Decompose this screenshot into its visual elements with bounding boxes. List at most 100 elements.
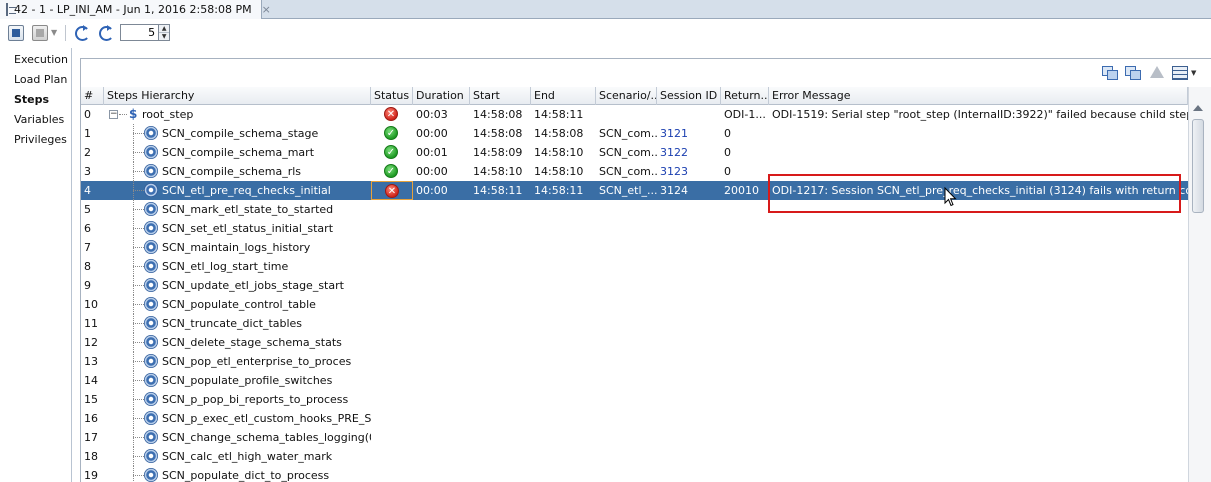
column-header-duration[interactable]: Duration (413, 87, 470, 105)
nav-item-variables[interactable]: Variables (0, 110, 71, 130)
ret-cell (721, 447, 769, 466)
expand-all-icon[interactable] (1102, 66, 1118, 80)
step-name[interactable]: SCN_calc_etl_high_water_mark (162, 447, 332, 466)
end-cell (531, 333, 596, 352)
columns-icon[interactable] (1172, 66, 1188, 80)
step-name[interactable]: SCN_truncate_dict_tables (162, 314, 302, 333)
table-row[interactable]: 8 SCN_etl_log_start_time (81, 257, 1188, 276)
nav-item-steps[interactable]: Steps (0, 90, 71, 110)
scenario-cell (596, 200, 657, 219)
table-row[interactable]: 13 SCN_pop_etl_enterprise_to_proces (81, 352, 1188, 371)
chevron-down-icon[interactable]: ▼ (51, 28, 57, 37)
num-cell: 6 (84, 222, 91, 235)
step-name[interactable]: root_step (142, 105, 193, 124)
step-name[interactable]: SCN_p_pop_bi_reports_to_process (162, 390, 348, 409)
column-header-ret[interactable]: Return... (721, 87, 769, 105)
stop-button[interactable] (32, 24, 48, 41)
column-header-num[interactable]: # (81, 87, 104, 105)
table-row[interactable]: 11 SCN_truncate_dict_tables (81, 314, 1188, 333)
table-row[interactable]: 1 SCN_compile_schema_stage ✓ 00:00 14:58:08 1… (81, 124, 1188, 143)
gear-icon (144, 335, 158, 349)
column-header-session[interactable]: Session ID (657, 87, 721, 105)
scenario-cell (596, 371, 657, 390)
table-row[interactable]: 2 SCN_compile_schema_mart ✓ 00:01 14:58:09 14… (81, 143, 1188, 162)
success-status-icon: ✓ (384, 126, 398, 140)
step-name[interactable]: SCN_update_etl_jobs_stage_start (162, 276, 344, 295)
step-name[interactable]: SCN_maintain_logs_history (162, 238, 310, 257)
step-name[interactable]: SCN_populate_control_table (162, 295, 316, 314)
step-name[interactable]: SCN_mark_etl_state_to_started (162, 200, 333, 219)
column-header-status[interactable]: Status (371, 87, 413, 105)
table-row[interactable]: 12 SCN_delete_stage_schema_stats (81, 333, 1188, 352)
table-row[interactable]: 10 SCN_populate_control_table (81, 295, 1188, 314)
close-icon[interactable]: × (262, 3, 271, 16)
nav-item-execution[interactable]: Execution (0, 50, 71, 70)
step-name[interactable]: SCN_compile_schema_mart (162, 143, 314, 162)
refresh-icon[interactable] (73, 24, 91, 41)
stepper-down-icon[interactable]: ▼ (159, 33, 170, 40)
status-cell (371, 276, 413, 295)
table-row[interactable]: 17 SCN_change_schema_tables_logging(0,0) (81, 428, 1188, 447)
scroll-thumb[interactable] (1192, 119, 1204, 213)
table-row[interactable]: 19 SCN_populate_dict_to_process (81, 466, 1188, 482)
refresh-interval-input[interactable] (121, 25, 159, 40)
gear-icon (144, 297, 158, 311)
step-name[interactable]: SCN_pop_etl_enterprise_to_proces (162, 352, 351, 371)
collapse-icon[interactable]: − (109, 110, 118, 119)
table-row[interactable]: 0 − $ root_step ✕ 00:03 14:58:08 14:58:11 ODI-1.… (81, 105, 1188, 124)
step-name[interactable]: SCN_p_exec_etl_custom_hooks_PRE_STAG (162, 409, 371, 428)
scroll-up-icon[interactable] (1193, 105, 1203, 111)
session-cell[interactable]: 3124 (657, 181, 721, 200)
table-row[interactable]: 18 SCN_calc_etl_high_water_mark (81, 447, 1188, 466)
ret-cell (721, 333, 769, 352)
collapse-all-icon[interactable] (1125, 66, 1141, 80)
table-row[interactable]: 7 SCN_maintain_logs_history (81, 238, 1188, 257)
step-name[interactable]: SCN_populate_profile_switches (162, 371, 332, 390)
error-cell (769, 143, 1188, 162)
table-row[interactable]: 15 SCN_p_pop_bi_reports_to_process (81, 390, 1188, 409)
step-name[interactable]: SCN_populate_dict_to_process (162, 466, 329, 482)
error-cell (769, 352, 1188, 371)
end-cell: 14:58:08 (534, 127, 584, 140)
table-row[interactable]: 6 SCN_set_etl_status_initial_start (81, 219, 1188, 238)
step-name[interactable]: SCN_etl_pre_req_checks_initial (162, 181, 331, 200)
table-row[interactable]: 14 SCN_populate_profile_switches (81, 371, 1188, 390)
step-name[interactable]: SCN_set_etl_status_initial_start (162, 219, 333, 238)
step-name[interactable]: SCN_delete_stage_schema_stats (162, 333, 342, 352)
auto-refresh-icon[interactable] (97, 24, 115, 41)
document-tab[interactable]: 42 - 1 - LP_INI_AM - Jun 1, 2016 2:58:08… (0, 0, 271, 19)
column-header-end[interactable]: End (531, 87, 596, 105)
start-cell (470, 314, 531, 333)
num-cell: 10 (84, 298, 98, 311)
mouse-cursor-icon (944, 187, 957, 207)
table-row[interactable]: 16 SCN_p_exec_etl_custom_hooks_PRE_STAG (81, 409, 1188, 428)
column-header-name[interactable]: Steps Hierarchy (104, 87, 371, 105)
vertical-scrollbar[interactable] (1188, 87, 1211, 482)
step-name[interactable]: SCN_change_schema_tables_logging(0,0) (162, 428, 371, 447)
session-cell[interactable]: 3123 (657, 162, 721, 181)
refresh-interval-stepper[interactable]: ▲ ▼ (120, 24, 171, 41)
run-button[interactable] (8, 24, 24, 41)
chevron-down-icon[interactable]: ▼ (1191, 69, 1196, 77)
step-name[interactable]: SCN_compile_schema_rls (162, 162, 301, 181)
nav-item-load-plan[interactable]: Load Plan (0, 70, 71, 90)
warning-icon[interactable] (1149, 66, 1165, 80)
table-row[interactable]: 9 SCN_update_etl_jobs_stage_start (81, 276, 1188, 295)
scenario-cell (596, 295, 657, 314)
session-cell[interactable]: 3121 (657, 124, 721, 143)
step-name[interactable]: SCN_etl_log_start_time (162, 257, 288, 276)
end-cell (531, 257, 596, 276)
step-name[interactable]: SCN_compile_schema_stage (162, 124, 318, 143)
gear-icon (144, 240, 158, 254)
column-header-error[interactable]: Error Message (769, 87, 1188, 105)
column-header-scenario[interactable]: Scenario/... (596, 87, 657, 105)
stepper-up-icon[interactable]: ▲ (159, 25, 170, 33)
column-header-start[interactable]: Start (470, 87, 531, 105)
serial-step-icon: $ (129, 107, 138, 121)
ret-cell: 0 (724, 127, 731, 140)
session-icon (6, 3, 16, 16)
duration-cell (413, 447, 470, 466)
session-cell[interactable]: 3122 (657, 143, 721, 162)
session-cell (657, 466, 721, 482)
nav-item-privileges[interactable]: Privileges (0, 130, 71, 150)
